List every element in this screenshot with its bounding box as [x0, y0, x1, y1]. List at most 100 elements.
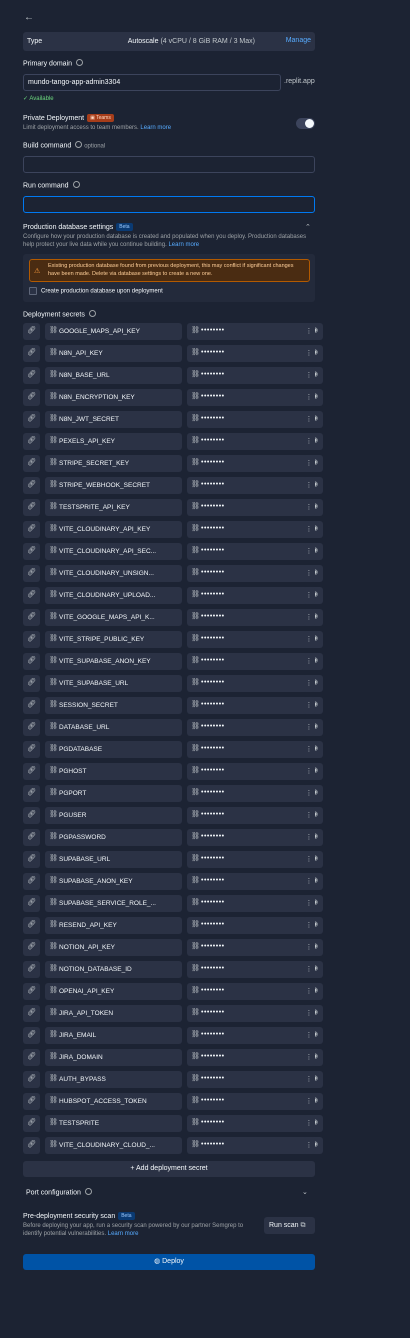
secret-key-field[interactable]: ⛓︎ VITE_CLOUDINARY_API_SEC... — [45, 543, 182, 560]
secret-key-field[interactable]: ⛓︎ SUPABASE_URL — [45, 851, 182, 868]
more-options-icon[interactable]: ⋮ — [303, 411, 315, 428]
link-icon[interactable]: 🔗︎ — [23, 433, 40, 450]
secret-key-field[interactable]: ⛓︎ VITE_CLOUDINARY_UNSIGN... — [45, 565, 182, 582]
more-options-icon[interactable]: ⋮ — [303, 499, 315, 516]
link-icon[interactable]: 🔗︎ — [23, 389, 40, 406]
link-icon[interactable]: 🔗︎ — [23, 609, 40, 626]
more-options-icon[interactable]: ⋮ — [303, 323, 315, 340]
more-options-icon[interactable]: ⋮ — [303, 697, 315, 714]
info-icon[interactable] — [88, 310, 96, 317]
secret-key-field[interactable]: ⛓︎ OPENAI_API_KEY — [45, 983, 182, 1000]
more-options-icon[interactable]: ⋮ — [303, 433, 315, 450]
more-options-icon[interactable]: ⋮ — [303, 455, 315, 472]
secret-key-field[interactable]: ⛓︎ JIRA_DOMAIN — [45, 1049, 182, 1066]
private-deployment-toggle[interactable] — [296, 118, 315, 129]
secret-key-field[interactable]: ⛓︎ TESTSPRITE_API_KEY — [45, 499, 182, 516]
info-icon[interactable] — [84, 1188, 92, 1195]
link-icon[interactable]: 🔗︎ — [23, 741, 40, 758]
link-icon[interactable]: 🔗︎ — [23, 719, 40, 736]
run-command-input[interactable] — [23, 196, 315, 213]
secret-key-field[interactable]: ⛓︎ SUPABASE_ANON_KEY — [45, 873, 182, 890]
link-icon[interactable]: 🔗︎ — [23, 939, 40, 956]
link-icon[interactable]: 🔗︎ — [23, 763, 40, 780]
link-icon[interactable]: 🔗︎ — [23, 367, 40, 384]
more-options-icon[interactable]: ⋮ — [303, 345, 315, 362]
link-icon[interactable]: 🔗︎ — [23, 895, 40, 912]
secret-key-field[interactable]: ⛓︎ SESSION_SECRET — [45, 697, 182, 714]
more-options-icon[interactable]: ⋮ — [303, 917, 315, 934]
manage-link[interactable]: Manage — [286, 37, 311, 44]
more-options-icon[interactable]: ⋮ — [303, 983, 315, 1000]
more-options-icon[interactable]: ⋮ — [303, 1115, 315, 1132]
more-options-icon[interactable]: ⋮ — [303, 939, 315, 956]
secret-key-field[interactable]: ⛓︎ HUBSPOT_ACCESS_TOKEN — [45, 1093, 182, 1110]
secret-key-field[interactable]: ⛓︎ PGUSER — [45, 807, 182, 824]
secret-key-field[interactable]: ⛓︎ PGPASSWORD — [45, 829, 182, 846]
add-deployment-secret-button[interactable]: + Add deployment secret — [23, 1161, 315, 1177]
secret-key-field[interactable]: ⛓︎ VITE_CLOUDINARY_UPLOAD... — [45, 587, 182, 604]
secret-key-field[interactable]: ⛓︎ PGPORT — [45, 785, 182, 802]
db-learn-more-link[interactable]: Learn more — [168, 242, 199, 248]
secret-key-field[interactable]: ⛓︎ VITE_SUPABASE_URL — [45, 675, 182, 692]
more-options-icon[interactable]: ⋮ — [303, 851, 315, 868]
link-icon[interactable]: 🔗︎ — [23, 697, 40, 714]
link-icon[interactable]: 🔗︎ — [23, 631, 40, 648]
link-icon[interactable]: 🔗︎ — [23, 653, 40, 670]
secret-key-field[interactable]: ⛓︎ N8N_API_KEY — [45, 345, 182, 362]
secret-key-field[interactable]: ⛓︎ STRIPE_SECRET_KEY — [45, 455, 182, 472]
secret-key-field[interactable]: ⛓︎ VITE_SUPABASE_ANON_KEY — [45, 653, 182, 670]
more-options-icon[interactable]: ⋮ — [303, 389, 315, 406]
secret-key-field[interactable]: ⛓︎ TESTSPRITE — [45, 1115, 182, 1132]
more-options-icon[interactable]: ⋮ — [303, 565, 315, 582]
more-options-icon[interactable]: ⋮ — [303, 807, 315, 824]
link-icon[interactable]: 🔗︎ — [23, 1005, 40, 1022]
secret-key-field[interactable]: ⛓︎ STRIPE_WEBHOOK_SECRET — [45, 477, 182, 494]
info-icon[interactable] — [76, 59, 84, 66]
link-icon[interactable]: 🔗︎ — [23, 829, 40, 846]
link-icon[interactable]: 🔗︎ — [23, 345, 40, 362]
link-icon[interactable]: 🔗︎ — [23, 323, 40, 340]
more-options-icon[interactable]: ⋮ — [303, 895, 315, 912]
create-db-checkbox-row[interactable]: Create production database upon deployme… — [29, 287, 163, 295]
secret-key-field[interactable]: ⛓︎ SUPABASE_SERVICE_ROLE_... — [45, 895, 182, 912]
secret-key-field[interactable]: ⛓︎ NOTION_DATABASE_ID — [45, 961, 182, 978]
link-icon[interactable]: 🔗︎ — [23, 521, 40, 538]
more-options-icon[interactable]: ⋮ — [303, 543, 315, 560]
more-options-icon[interactable]: ⋮ — [303, 741, 315, 758]
link-icon[interactable]: 🔗︎ — [23, 565, 40, 582]
link-icon[interactable]: 🔗︎ — [23, 1093, 40, 1110]
link-icon[interactable]: 🔗︎ — [23, 851, 40, 868]
private-learn-more-link[interactable]: Learn more — [140, 125, 171, 131]
link-icon[interactable]: 🔗︎ — [23, 499, 40, 516]
link-icon[interactable]: 🔗︎ — [23, 675, 40, 692]
more-options-icon[interactable]: ⋮ — [303, 719, 315, 736]
link-icon[interactable]: 🔗︎ — [23, 455, 40, 472]
port-configuration-label[interactable]: Port configuration — [26, 1188, 92, 1196]
link-icon[interactable]: 🔗︎ — [23, 873, 40, 890]
more-options-icon[interactable]: ⋮ — [303, 829, 315, 846]
more-options-icon[interactable]: ⋮ — [303, 1093, 315, 1110]
chevron-down-icon[interactable]: ⌄ — [302, 1188, 308, 1196]
info-icon[interactable] — [72, 181, 80, 188]
link-icon[interactable]: 🔗︎ — [23, 807, 40, 824]
more-options-icon[interactable]: ⋮ — [303, 653, 315, 670]
secret-key-field[interactable]: ⛓︎ NOTION_API_KEY — [45, 939, 182, 956]
more-options-icon[interactable]: ⋮ — [303, 763, 315, 780]
secret-key-field[interactable]: ⛓︎ VITE_GOOGLE_MAPS_API_K... — [45, 609, 182, 626]
chevron-up-icon[interactable]: ⌃ — [305, 223, 311, 231]
secret-key-field[interactable]: ⛓︎ JIRA_API_TOKEN — [45, 1005, 182, 1022]
secret-key-field[interactable]: ⛓︎ PGHOST — [45, 763, 182, 780]
create-db-checkbox[interactable] — [29, 287, 37, 295]
link-icon[interactable]: 🔗︎ — [23, 961, 40, 978]
more-options-icon[interactable]: ⋮ — [303, 785, 315, 802]
more-options-icon[interactable]: ⋮ — [303, 1137, 315, 1154]
scan-learn-more-link[interactable]: Learn more — [108, 1231, 139, 1237]
link-icon[interactable]: 🔗︎ — [23, 477, 40, 494]
more-options-icon[interactable]: ⋮ — [303, 587, 315, 604]
more-options-icon[interactable]: ⋮ — [303, 961, 315, 978]
link-icon[interactable]: 🔗︎ — [23, 543, 40, 560]
secret-key-field[interactable]: ⛓︎ VITE_CLOUDINARY_API_KEY — [45, 521, 182, 538]
link-icon[interactable]: 🔗︎ — [23, 1115, 40, 1132]
secret-key-field[interactable]: ⛓︎ GOOGLE_MAPS_API_KEY — [45, 323, 182, 340]
link-icon[interactable]: 🔗︎ — [23, 983, 40, 1000]
